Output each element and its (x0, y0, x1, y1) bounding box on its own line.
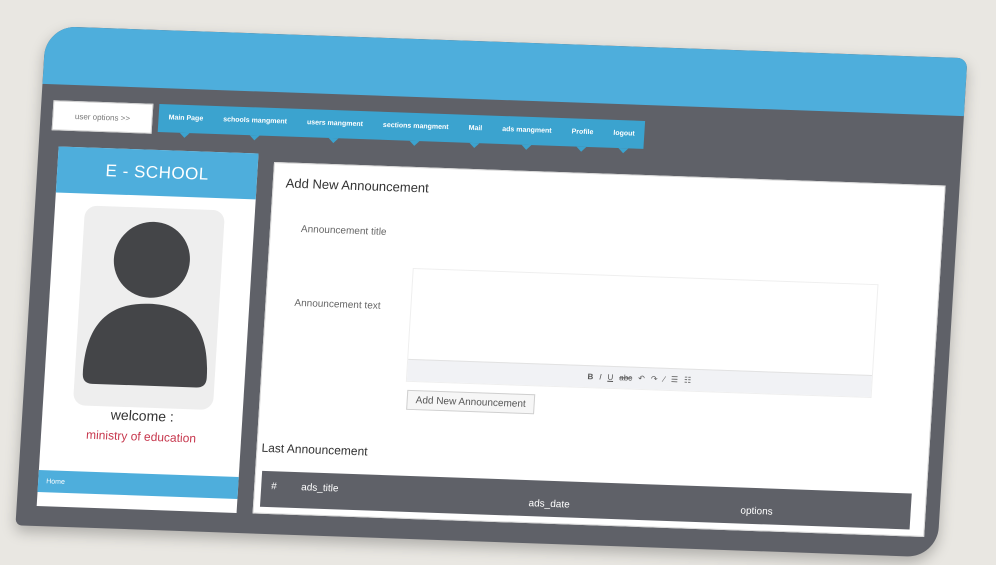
redo-icon[interactable]: ↷ (651, 374, 658, 383)
column-header-title: ads_title (300, 482, 339, 495)
last-announcement-title: Last Announcement (261, 440, 369, 459)
nav-main-page[interactable]: Main Page (158, 104, 214, 139)
nav-label: Mail (468, 124, 483, 133)
italic-icon[interactable]: I (599, 373, 602, 382)
column-header-date: ads_date (528, 498, 571, 511)
nav-label: sections mangment (382, 121, 449, 132)
main-nav: Main Page schools mangment users mangmen… (157, 104, 646, 154)
nav-label: Main Page (168, 114, 204, 123)
nav-pointer (617, 148, 629, 154)
add-announcement-button[interactable]: Add New Announcement (406, 389, 536, 415)
nav-label: Profile (571, 128, 594, 137)
brand-title: E - SCHOOL (55, 146, 259, 200)
nav-profile[interactable]: Profile (561, 118, 604, 152)
nav-label: users mangment (306, 119, 364, 129)
announcement-title-label: Announcement title (300, 224, 387, 239)
undo-icon[interactable]: ↶ (638, 374, 645, 383)
nav-schools[interactable]: schools mangment (212, 106, 297, 141)
user-name: ministry of education (85, 427, 197, 446)
avatar (72, 205, 226, 411)
header-band (42, 26, 968, 117)
nav-pointer (328, 137, 340, 144)
sidebar-item-home[interactable]: Home (37, 470, 239, 499)
main-panel: Add New Announcement Announcement title … (252, 162, 946, 537)
nav-pointer (248, 135, 260, 141)
user-silhouette-icon (82, 221, 208, 388)
nav-pointer (520, 144, 532, 150)
user-options-button[interactable]: user options >> (51, 100, 154, 134)
column-header-options: options (740, 505, 774, 518)
nav-pointer (409, 140, 420, 147)
nav-pointer (576, 146, 587, 152)
page-title: Add New Announcement (285, 175, 430, 196)
nav-label: schools mangment (222, 116, 288, 126)
nav-mail[interactable]: Mail (458, 114, 493, 149)
column-header-number: # (270, 481, 278, 493)
announcement-text-label: Announcement text (294, 297, 381, 312)
numbered-list-icon[interactable]: ☷ (684, 375, 692, 384)
photo-stage: user options >> Main Page schools mangme… (0, 0, 996, 565)
strikethrough-icon[interactable]: abc (619, 373, 632, 382)
announcements-table-header: # ads_title ads_date options (259, 470, 912, 530)
nav-sections[interactable]: sections mangment (372, 111, 459, 147)
sidebar: E - SCHOOL welcome : ministry of educati… (36, 146, 259, 513)
underline-icon[interactable]: U (607, 373, 613, 382)
nav-ads[interactable]: ads mangment (491, 116, 562, 150)
announcement-text-editor[interactable]: B I U abc ↶ ↷ ⁄ ☰ ☷ (405, 267, 879, 399)
nav-label: ads mangment (501, 125, 552, 135)
nav-logout[interactable]: logout (602, 120, 645, 154)
nav-users[interactable]: users mangment (296, 109, 374, 144)
nav-pointer (179, 132, 190, 139)
bullet-list-icon[interactable]: ☰ (671, 375, 679, 384)
nav-pointer (469, 142, 480, 149)
clear-format-icon[interactable]: ⁄ (663, 375, 665, 384)
bold-icon[interactable]: B (587, 372, 593, 381)
nav-label: logout (613, 129, 635, 138)
app-window: user options >> Main Page schools mangme… (15, 26, 968, 558)
